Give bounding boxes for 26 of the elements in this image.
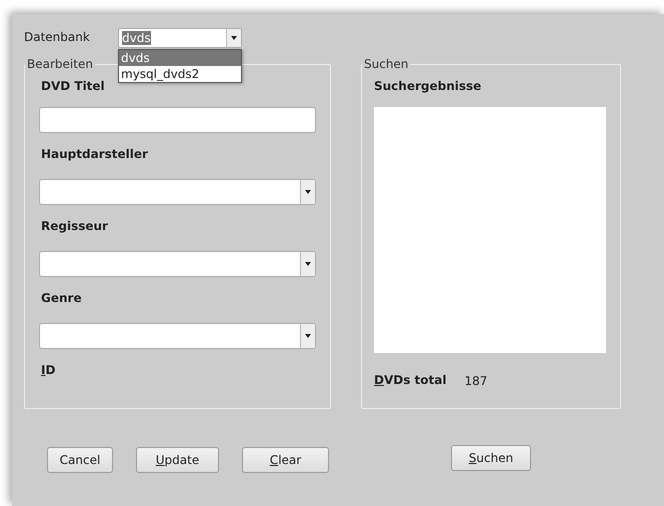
- action-button[interactable]: Cancel: [47, 447, 113, 473]
- search-button[interactable]: Suchen: [451, 445, 531, 471]
- group-title: Suchen: [363, 57, 410, 71]
- caret-icon: [305, 334, 311, 338]
- dropdown-option[interactable]: dvds: [119, 50, 241, 66]
- total-value: 187: [464, 374, 488, 388]
- action-button[interactable]: Update: [136, 447, 219, 473]
- database-combo[interactable]: dvds: [118, 28, 242, 48]
- database-label: Datenbank: [24, 30, 91, 44]
- caret-icon: [305, 190, 311, 194]
- group-title: Bearbeiten: [26, 57, 94, 71]
- dropdown-option[interactable]: mysql_dvds2: [119, 66, 241, 82]
- field-label: ID: [41, 363, 56, 377]
- total-label: DVDs total: [374, 372, 446, 386]
- input-field[interactable]: [39, 107, 316, 133]
- combo-field[interactable]: [39, 251, 316, 277]
- results-label: Suchergebnisse: [374, 79, 482, 93]
- caret-icon: [231, 36, 237, 40]
- field-label: Regisseur: [41, 219, 109, 233]
- field-label: Genre: [41, 291, 83, 305]
- combo-field[interactable]: [39, 179, 316, 205]
- field-label: DVD Titel: [41, 79, 106, 93]
- action-button[interactable]: Clear: [242, 447, 329, 473]
- caret-icon: [305, 262, 311, 266]
- field-label: Hauptdarsteller: [41, 147, 149, 161]
- combo-field[interactable]: [39, 323, 316, 349]
